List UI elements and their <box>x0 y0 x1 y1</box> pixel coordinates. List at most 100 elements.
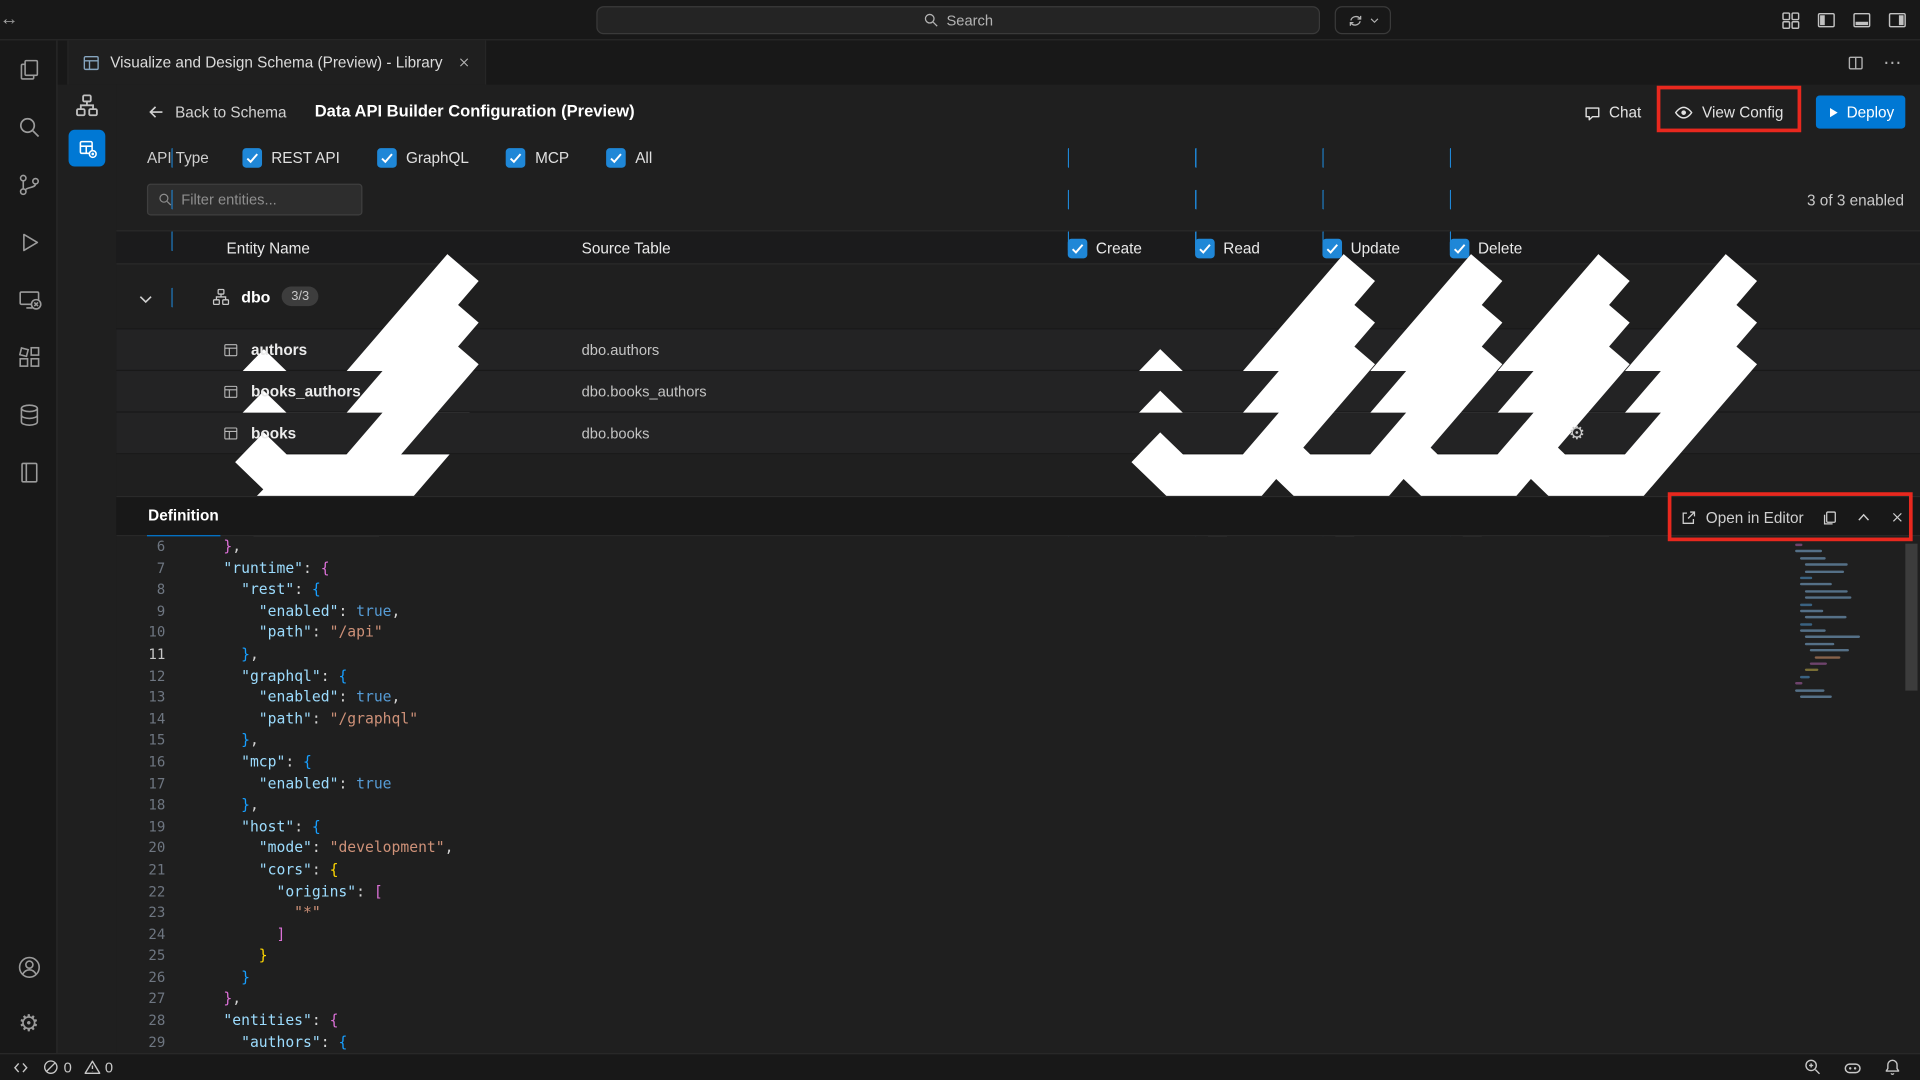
bell-icon[interactable] <box>1883 1058 1901 1076</box>
line-number: 27 <box>129 989 166 1011</box>
toggle-bottom-panel-icon[interactable] <box>1849 7 1875 33</box>
source-control-icon[interactable] <box>0 156 58 214</box>
code-line[interactable]: 18 }, <box>116 795 1920 817</box>
play-icon <box>1827 106 1839 118</box>
account-icon[interactable] <box>0 938 58 996</box>
enabled-summary: 3 of 3 enabled <box>1807 192 1904 209</box>
code-line[interactable]: 27 }, <box>116 989 1920 1011</box>
remote-indicator-icon[interactable] <box>12 1059 29 1076</box>
line-number: 25 <box>129 946 166 968</box>
external-link-icon <box>1680 509 1697 526</box>
code-line[interactable]: 16 "mcp": { <box>116 752 1920 774</box>
code-line[interactable]: 29 "authors": { <box>116 1032 1920 1053</box>
vscode-window: ← → Search <box>0 0 1920 1080</box>
view-config-label: View Config <box>1702 104 1783 121</box>
problems-indicator[interactable]: 0 0 <box>43 1059 113 1076</box>
line-number: 28 <box>129 1010 166 1032</box>
split-editor-icon[interactable] <box>1847 53 1865 71</box>
code-line[interactable]: 14 "path": "/graphql" <box>116 709 1920 731</box>
view-config-button[interactable]: View Config <box>1674 98 1784 127</box>
toggle-left-panel-icon[interactable] <box>1813 7 1839 33</box>
line-number: 12 <box>129 666 166 688</box>
search-placeholder: Search <box>947 12 994 29</box>
line-number: 13 <box>129 687 166 709</box>
code-line[interactable]: 24 ] <box>116 924 1920 946</box>
line-number: 26 <box>129 967 166 989</box>
code-line[interactable]: 12 "graphql": { <box>116 666 1920 688</box>
code-line[interactable]: 22 "origins": [ <box>116 881 1920 903</box>
session-loop-button[interactable] <box>1335 6 1391 34</box>
source-table: dbo.books_authors <box>582 383 707 400</box>
chevron-up-icon[interactable] <box>1855 509 1872 526</box>
deploy-label: Deploy <box>1847 103 1895 120</box>
tab-actions: ⋯ <box>1847 40 1903 84</box>
copilot-icon[interactable] <box>1843 1057 1863 1077</box>
open-in-editor-button[interactable]: Open in Editor <box>1680 509 1804 526</box>
line-number: 24 <box>129 924 166 946</box>
code-line[interactable]: 13 "enabled": true, <box>116 687 1920 709</box>
settings-gear-icon[interactable]: ⚙ <box>0 996 58 1054</box>
more-actions-icon[interactable]: ⋯ <box>1883 51 1903 73</box>
definition-code-editor[interactable]: 6 },7 "runtime": {8 "rest": {9 "enabled"… <box>116 536 1920 1053</box>
code-line[interactable]: 26 } <box>116 967 1920 989</box>
code-line[interactable]: 11 }, <box>116 644 1920 666</box>
api-type-option-label: MCP <box>535 149 569 166</box>
code-line[interactable]: 8 "rest": { <box>116 579 1920 601</box>
line-number: 20 <box>129 838 166 860</box>
data-api-builder-panel: Back to Schema Data API Builder Configur… <box>116 84 1920 1053</box>
search-icon <box>923 12 939 28</box>
visualize-schema-icon[interactable] <box>58 84 117 126</box>
checkbox[interactable] <box>606 148 626 168</box>
customize-layout-icon[interactable] <box>1778 7 1804 33</box>
close-icon[interactable] <box>1889 509 1905 525</box>
command-center-search[interactable]: Search <box>596 6 1320 34</box>
minimap[interactable] <box>1790 544 1903 702</box>
code-line[interactable]: 28 "entities": { <box>116 1010 1920 1032</box>
definition-tab[interactable]: Definition <box>147 497 220 537</box>
files-icon[interactable] <box>0 40 58 98</box>
notebook-icon[interactable] <box>0 443 58 501</box>
search-icon[interactable] <box>0 98 58 156</box>
zoom-icon[interactable] <box>1804 1058 1822 1076</box>
line-number: 10 <box>129 623 166 645</box>
code-line[interactable]: 21 "cors": { <box>116 859 1920 881</box>
activity-bar-bottom: ⚙ <box>0 938 58 1053</box>
tab-close-icon[interactable] <box>457 55 472 70</box>
chevron-down-icon[interactable] <box>137 290 154 307</box>
row-settings-icon[interactable]: ⚙ <box>1569 424 1585 442</box>
entity-row[interactable]: booksdbo.books⚙ <box>116 413 1920 455</box>
back-to-schema-button[interactable]: Back to Schema <box>147 103 287 121</box>
code-line[interactable]: 6 }, <box>116 536 1920 558</box>
code-line[interactable]: 23 "*" <box>116 903 1920 925</box>
code-line[interactable]: 17 "enabled": true <box>116 773 1920 795</box>
editor-scrollbar[interactable] <box>1905 544 1917 691</box>
code-line[interactable]: 25 } <box>116 946 1920 968</box>
code-line[interactable]: 15 }, <box>116 730 1920 752</box>
run-debug-icon[interactable] <box>0 213 58 271</box>
editor-tab-bar: Visualize and Design Schema (Preview) - … <box>58 40 1920 84</box>
copy-icon[interactable] <box>1821 509 1838 526</box>
api-type-option[interactable]: All <box>606 148 652 168</box>
table-icon <box>223 425 239 441</box>
source-table: dbo.authors <box>582 341 660 358</box>
tab-visualize-design-schema[interactable]: Visualize and Design Schema (Preview) - … <box>67 40 486 84</box>
source-table: dbo.books <box>582 424 650 441</box>
code-line[interactable]: 19 "host": { <box>116 816 1920 838</box>
code-line[interactable]: 10 "path": "/api" <box>116 623 1920 645</box>
extensions-icon[interactable] <box>0 328 58 386</box>
chat-button[interactable]: Chat <box>1583 98 1641 127</box>
toggle-right-panel-icon[interactable] <box>1884 7 1910 33</box>
deploy-button[interactable]: Deploy <box>1816 96 1905 129</box>
remote-explorer-icon[interactable] <box>0 271 58 329</box>
line-number: 14 <box>129 709 166 731</box>
code-line[interactable]: 7 "runtime": { <box>116 558 1920 580</box>
code-line[interactable]: 20 "mode": "development", <box>116 838 1920 860</box>
arrow-left-icon <box>147 103 165 121</box>
page-title: Data API Builder Configuration (Preview) <box>315 102 635 120</box>
data-api-builder-icon[interactable] <box>69 130 106 167</box>
line-number: 11 <box>129 644 166 666</box>
history-forward-button[interactable]: → <box>0 0 18 40</box>
code-line[interactable]: 9 "enabled": true, <box>116 601 1920 623</box>
database-icon[interactable] <box>0 386 58 444</box>
line-number: 21 <box>129 859 166 881</box>
